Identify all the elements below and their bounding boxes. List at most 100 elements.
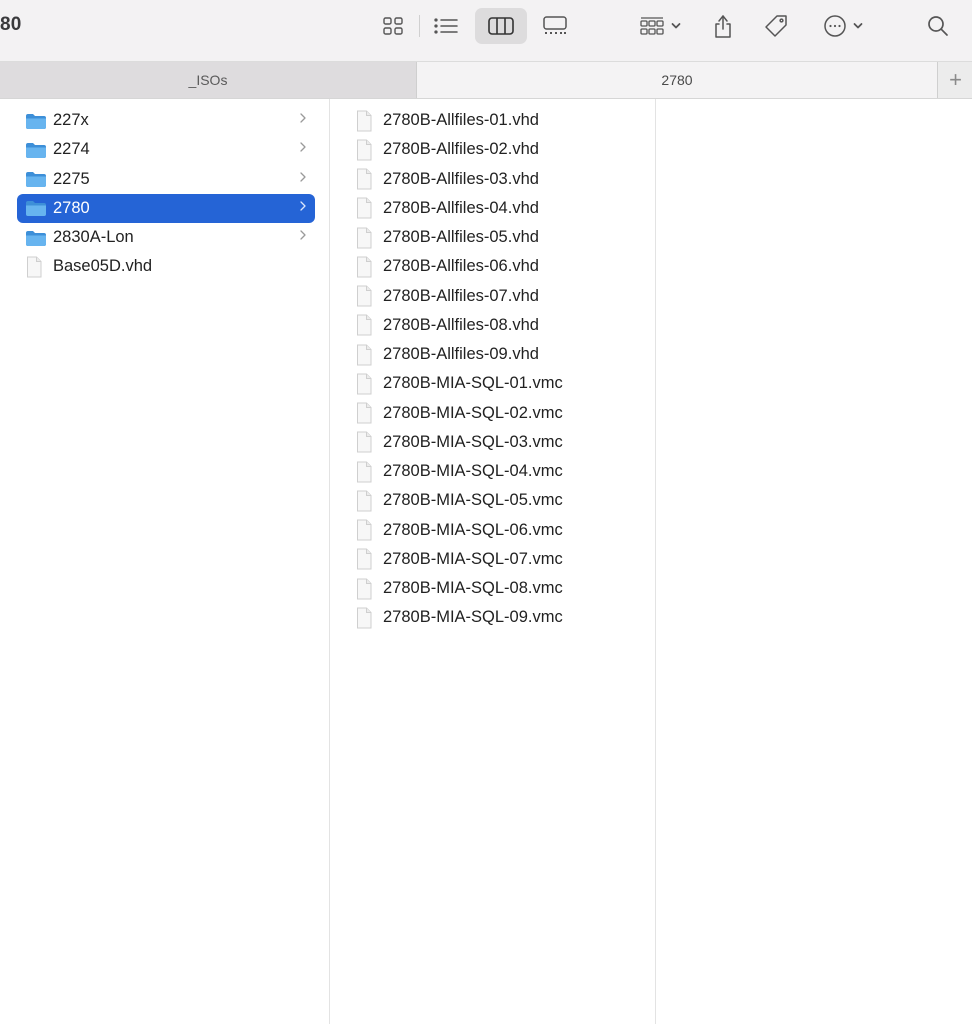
tab-bar: _ISOs 2780 +	[0, 62, 972, 99]
tag-button[interactable]	[757, 8, 795, 44]
item-label: 2780B-Allfiles-06.vhd	[383, 257, 539, 276]
folder-item[interactable]: 2274	[17, 135, 315, 164]
file-icon	[355, 256, 377, 278]
toolbar: 80	[0, 0, 972, 62]
file-icon	[25, 256, 47, 278]
window-title: 80	[0, 14, 22, 35]
chevron-down-icon	[853, 22, 863, 30]
file-item[interactable]: 2780B-Allfiles-05.vhd	[347, 223, 637, 252]
item-label: 2780B-MIA-SQL-04.vmc	[383, 462, 563, 480]
file-item[interactable]: 2780B-Allfiles-04.vhd	[347, 194, 637, 223]
list-view-button[interactable]	[428, 8, 464, 44]
list-view-icon	[433, 16, 459, 36]
file-item[interactable]: 2780B-MIA-SQL-07.vmc	[347, 545, 637, 574]
item-label: 2780B-Allfiles-05.vhd	[383, 228, 539, 246]
browser-column-contents[interactable]: 2780B-Allfiles-01.vhd 2780B-Allfiles-02.v…	[330, 99, 656, 1024]
search-button[interactable]	[919, 8, 957, 44]
file-icon	[355, 344, 377, 365]
file-item[interactable]: Base05D.vhd	[17, 252, 315, 281]
folder-icon	[25, 141, 47, 159]
file-item[interactable]: 2780B-Allfiles-01.vhd	[347, 106, 637, 135]
icon-view-icon	[382, 16, 404, 36]
gallery-view-button[interactable]	[537, 8, 573, 44]
chevron-right-icon	[299, 140, 307, 156]
folder-icon	[25, 199, 47, 217]
file-icon	[355, 285, 377, 307]
new-tab-button[interactable]: +	[937, 62, 972, 98]
chevron-right-icon	[299, 199, 307, 215]
chevron-down-icon	[671, 22, 681, 30]
file-item[interactable]: 2780B-MIA-SQL-08.vmc	[347, 574, 637, 603]
icon-view-button[interactable]	[376, 8, 410, 44]
item-label: 2780B-MIA-SQL-03.vmc	[383, 432, 563, 451]
file-item[interactable]: 2780B-MIA-SQL-05.vmc	[347, 486, 637, 515]
item-label: 227x	[53, 111, 89, 129]
file-icon	[355, 607, 377, 629]
more-actions-button[interactable]	[815, 8, 871, 44]
file-icon	[355, 402, 377, 424]
file-item[interactable]: 2780B-MIA-SQL-02.vmc	[347, 399, 637, 428]
item-label: 2780B-Allfiles-07.vhd	[383, 286, 539, 305]
toolbar-divider	[419, 15, 420, 37]
file-item[interactable]: 2780B-MIA-SQL-03.vmc	[347, 428, 637, 457]
item-label: 2780B-Allfiles-08.vhd	[383, 315, 539, 334]
file-icon	[355, 110, 377, 131]
group-by-button[interactable]	[632, 8, 688, 44]
file-item[interactable]: 2780B-Allfiles-08.vhd	[347, 311, 637, 340]
tab-2780[interactable]: 2780	[417, 62, 937, 98]
file-item[interactable]: 2780B-Allfiles-02.vhd	[347, 135, 637, 164]
folder-icon	[25, 229, 47, 247]
tab-label: 2780	[661, 72, 693, 88]
tag-icon	[763, 13, 789, 39]
chevron-right-icon	[299, 228, 307, 244]
item-label: Base05D.vhd	[53, 257, 153, 276]
item-label: 2780B-MIA-SQL-07.vmc	[383, 549, 563, 568]
chevron-right-icon	[299, 111, 307, 127]
file-icon	[355, 461, 377, 482]
search-icon	[926, 14, 950, 38]
item-label: 2780B-Allfiles-04.vhd	[383, 198, 539, 217]
folder-item[interactable]: 227x	[17, 106, 315, 135]
tab-isos[interactable]: _ISOs	[0, 62, 417, 98]
folder-icon	[25, 112, 47, 130]
file-item[interactable]: 2780B-MIA-SQL-09.vmc	[347, 603, 637, 632]
file-item[interactable]: 2780B-Allfiles-06.vhd	[347, 252, 637, 281]
item-label: 2780B-MIA-SQL-08.vmc	[383, 579, 563, 597]
file-item[interactable]: 2780B-Allfiles-03.vhd	[347, 165, 637, 194]
item-label: 2830A-Lon	[53, 228, 134, 246]
item-label: 2780B-MIA-SQL-05.vmc	[383, 491, 563, 510]
file-item[interactable]: 2780B-MIA-SQL-06.vmc	[347, 516, 637, 545]
item-label: 2780B-Allfiles-02.vhd	[383, 140, 539, 159]
column-view-button[interactable]	[475, 8, 527, 44]
file-icon	[355, 314, 377, 336]
file-icon	[355, 139, 377, 161]
chevron-right-icon	[299, 170, 307, 186]
item-label: 2780B-Allfiles-09.vhd	[383, 345, 539, 363]
item-label: 2780B-MIA-SQL-06.vmc	[383, 520, 563, 539]
file-item[interactable]: 2780B-Allfiles-09.vhd	[347, 340, 637, 369]
folder-item[interactable]: 2830A-Lon	[17, 223, 315, 252]
file-icon	[355, 168, 377, 190]
tab-label: _ISOs	[188, 72, 228, 88]
folder-item[interactable]: 2275	[17, 165, 315, 194]
item-label: 2780	[53, 198, 90, 217]
file-icon	[355, 373, 377, 395]
browser-column-preview[interactable]	[656, 99, 972, 1024]
file-icon	[355, 578, 377, 599]
folder-item[interactable]: 2780	[17, 193, 315, 223]
item-label: 2780B-MIA-SQL-09.vmc	[383, 608, 563, 627]
file-item[interactable]: 2780B-Allfiles-07.vhd	[347, 282, 637, 311]
item-label: 2780B-MIA-SQL-02.vmc	[383, 403, 563, 422]
group-by-icon	[639, 15, 665, 37]
more-actions-icon	[823, 14, 847, 38]
file-item[interactable]: 2780B-MIA-SQL-01.vmc	[347, 369, 637, 398]
share-button[interactable]	[705, 8, 741, 44]
share-icon	[712, 13, 734, 39]
file-icon	[355, 490, 377, 512]
browser-column-parent[interactable]: 227x 2274 2275 2780 2830A-Lon Base05D.vhd	[0, 99, 330, 1024]
file-item[interactable]: 2780B-MIA-SQL-04.vmc	[347, 457, 637, 486]
item-label: 2780B-Allfiles-01.vhd	[383, 111, 539, 129]
file-icon	[355, 197, 377, 219]
file-icon	[355, 519, 377, 541]
file-icon	[355, 227, 377, 248]
